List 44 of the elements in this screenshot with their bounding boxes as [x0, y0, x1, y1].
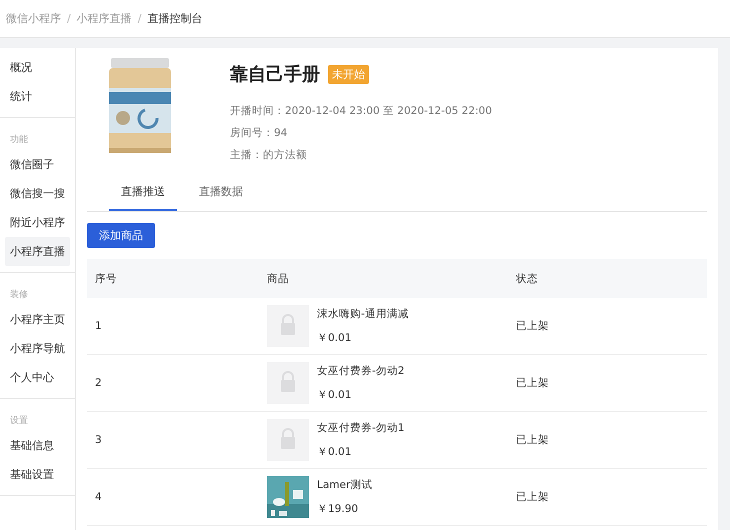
tab[interactable]: 直播数据	[187, 178, 255, 211]
sidebar-item[interactable]: 基础信息	[5, 431, 70, 460]
column-header: 状态	[516, 272, 538, 284]
sidebar-item[interactable]: 概况	[5, 53, 70, 82]
table-cell: 2	[95, 377, 102, 389]
product-name: 涑水嗨购-通用满减	[317, 307, 409, 321]
sidebar-item[interactable]: 个人中心	[5, 363, 70, 392]
table-cell: 1	[95, 320, 102, 332]
table-cell: 已上架	[516, 377, 549, 389]
product-name: Lamer测试	[317, 478, 372, 492]
room-info-text: 开播时间：2020-12-04 23:00 至 2020-12-05 22:00	[230, 104, 492, 119]
sidebar-item[interactable]: 小程序主页	[5, 305, 70, 334]
room-title: 靠自己手册	[230, 63, 320, 86]
sidebar-item[interactable]: 基础设置	[5, 460, 70, 489]
status-badge: 未开始	[328, 64, 369, 84]
column-header: 序号	[95, 272, 117, 284]
product-price: ￥0.01	[317, 445, 352, 459]
sidebar-item[interactable]: 微信搜一搜	[5, 179, 70, 208]
sidebar-group-title: 设置	[9, 414, 29, 428]
add-product-button[interactable]: 添加商品	[87, 223, 155, 248]
tab[interactable]: 直播推送	[109, 178, 177, 211]
sidebar-item[interactable]: 附近小程序	[5, 208, 70, 237]
table-cell: 已上架	[516, 434, 549, 446]
product-price: ￥0.01	[317, 388, 352, 402]
table-cell: 已上架	[516, 491, 549, 503]
table-cell: 4	[95, 491, 102, 503]
sidebar-item[interactable]: 微信圈子	[5, 150, 70, 179]
sidebar-item[interactable]: 小程序导航	[5, 334, 70, 363]
breadcrumb-separator: /	[67, 12, 71, 25]
column-header: 商品	[267, 272, 289, 284]
breadcrumb-separator: /	[138, 12, 142, 25]
sidebar-group-title: 功能	[9, 134, 29, 147]
product-name: 女巫付费券-勿动1	[317, 421, 404, 435]
sidebar-group-title: 装修	[9, 288, 29, 302]
product-price: ￥19.90	[317, 502, 360, 516]
sidebar-item[interactable]: 小程序直播	[5, 237, 70, 266]
room-info-text: 主播：的方法额	[230, 148, 308, 163]
sidebar-item[interactable]: 统计	[5, 82, 70, 111]
table-cell: 已上架	[516, 320, 549, 332]
product-name: 女巫付费券-勿动2	[317, 364, 404, 378]
product-price: ￥0.01	[317, 331, 352, 345]
table-cell: 3	[95, 434, 102, 446]
room-info-text: 房间号：94	[230, 126, 288, 141]
breadcrumb-item: 直播控制台	[147, 11, 202, 26]
